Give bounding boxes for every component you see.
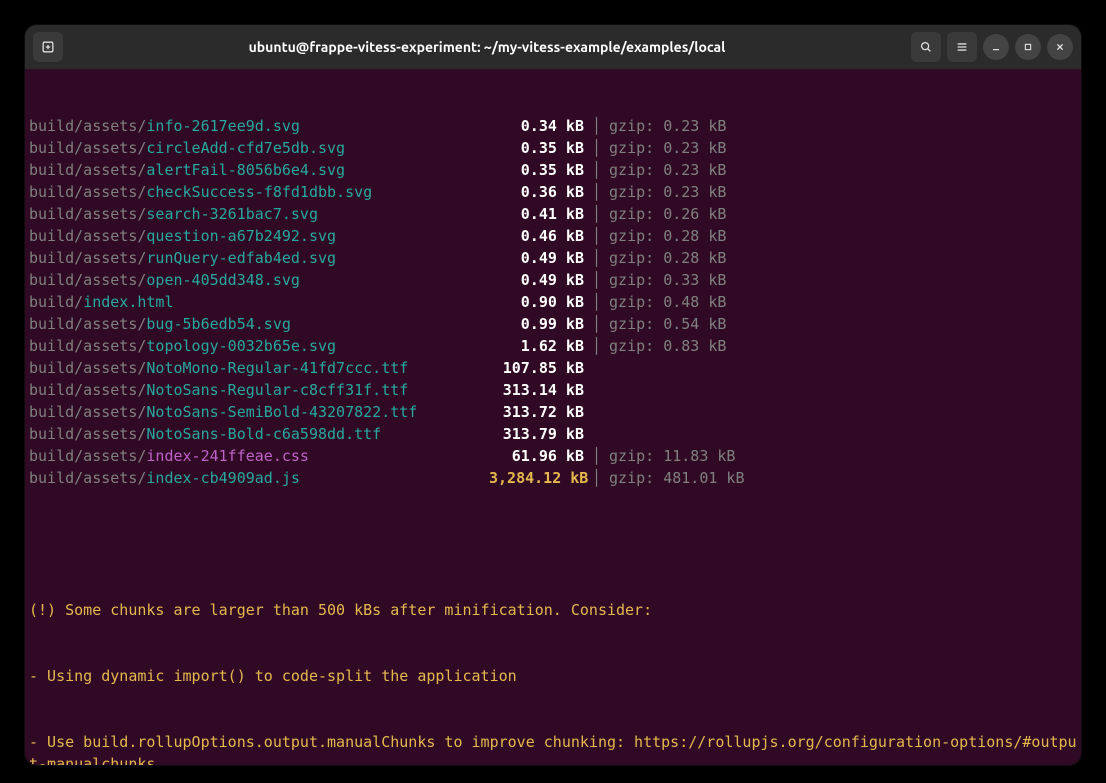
build-output-row: build/assets/bug-5b6edb54.svg0.99 kB│gzi… <box>29 313 1077 335</box>
build-output-row: build/index.html0.90 kB│gzip: 0.48 kB <box>29 291 1077 313</box>
build-output-row: build/assets/NotoSans-Regular-c8cff31f.t… <box>29 379 1077 401</box>
build-output-row: build/assets/question-a67b2492.svg0.46 k… <box>29 225 1077 247</box>
build-output-row: build/assets/NotoSans-Bold-c6a598dd.ttf3… <box>29 423 1077 445</box>
build-output-row: build/assets/index-241ffeae.css61.96 kB│… <box>29 445 1077 467</box>
build-output-row: build/assets/circleAdd-cfd7e5db.svg0.35 … <box>29 137 1077 159</box>
search-button[interactable] <box>911 32 941 62</box>
titlebar: ubuntu@frappe-vitess-experiment: ~/my-vi… <box>25 25 1081 69</box>
build-output-row: build/assets/alertFail-8056b6e4.svg0.35 … <box>29 159 1077 181</box>
build-output-row: build/assets/topology-0032b65e.svg1.62 k… <box>29 335 1077 357</box>
build-output-row: build/assets/checkSuccess-f8fd1dbb.svg0.… <box>29 181 1077 203</box>
close-button[interactable] <box>1047 34 1073 60</box>
build-output-row: build/assets/index-cb4909ad.js3,284.12 k… <box>29 467 1077 489</box>
build-output-row: build/assets/NotoSans-SemiBold-43207822.… <box>29 401 1077 423</box>
build-output-row: build/assets/runQuery-edfab4ed.svg0.49 k… <box>29 247 1077 269</box>
new-tab-button[interactable] <box>33 32 63 62</box>
minimize-button[interactable] <box>983 34 1009 60</box>
warning-line: - Use build.rollupOptions.output.manualC… <box>29 731 1077 765</box>
build-output-row: build/assets/open-405dd348.svg0.49 kB│gz… <box>29 269 1077 291</box>
terminal-body[interactable]: build/assets/info-2617ee9d.svg0.34 kB│gz… <box>25 69 1081 765</box>
warning-line: (!) Some chunks are larger than 500 kBs … <box>29 599 1077 621</box>
terminal-window: ubuntu@frappe-vitess-experiment: ~/my-vi… <box>25 25 1081 765</box>
build-output-row: build/assets/info-2617ee9d.svg0.34 kB│gz… <box>29 115 1077 137</box>
warning-line: - Using dynamic import() to code-split t… <box>29 665 1077 687</box>
menu-button[interactable] <box>947 32 977 62</box>
build-output-row: build/assets/NotoMono-Regular-41fd7ccc.t… <box>29 357 1077 379</box>
blank-line <box>29 533 1077 555</box>
build-output-row: build/assets/search-3261bac7.svg0.41 kB│… <box>29 203 1077 225</box>
maximize-button[interactable] <box>1015 34 1041 60</box>
window-title: ubuntu@frappe-vitess-experiment: ~/my-vi… <box>69 39 905 55</box>
